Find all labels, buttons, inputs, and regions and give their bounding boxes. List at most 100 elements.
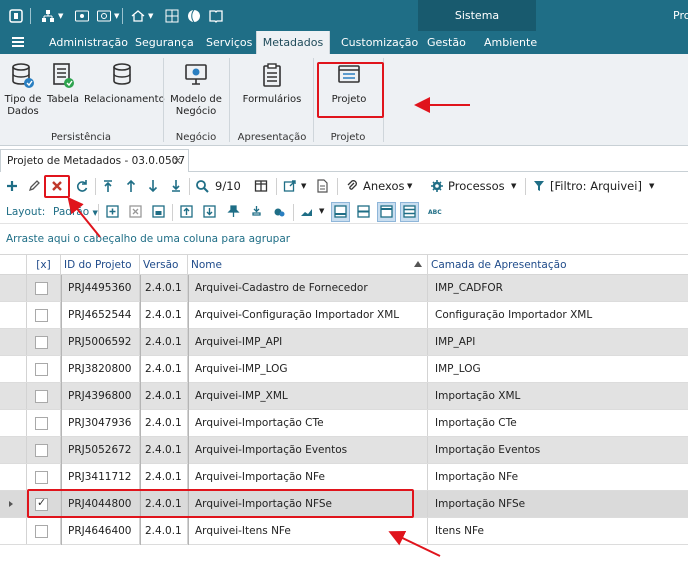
cell-nome[interactable]: Arquivei-IMP_XML <box>188 383 428 409</box>
header-check[interactable]: [x] <box>27 255 61 275</box>
header-id-projeto[interactable]: ID do Projeto <box>61 255 140 275</box>
view-button[interactable] <box>74 0 90 31</box>
cell-id-projeto[interactable]: PRJ4396800 <box>61 383 140 409</box>
org-chart-menu[interactable]: ▼ <box>40 0 63 31</box>
globe-button[interactable] <box>186 0 202 31</box>
grid-button[interactable] <box>164 0 180 31</box>
chevron-down-icon[interactable]: ▼ <box>319 198 324 225</box>
processos-button[interactable]: Processos <box>448 173 505 200</box>
menu-customizacao[interactable]: Customização <box>341 31 418 54</box>
pin-icon[interactable] <box>227 205 240 218</box>
table-row[interactable]: PRJ3411712 2.4.0.1 Arquivei-Importação NFe… <box>0 464 688 491</box>
row-checkbox[interactable] <box>35 471 48 484</box>
add-layout-icon[interactable] <box>106 205 119 218</box>
cell-nome[interactable]: Arquivei-Importação CTe <box>188 410 428 436</box>
cell-nome[interactable]: Arquivei-Itens NFe <box>188 518 428 544</box>
book-button[interactable] <box>208 0 224 31</box>
menu-ambiente[interactable]: Ambiente <box>484 31 537 54</box>
export-icon[interactable] <box>283 179 297 193</box>
table-row[interactable]: PRJ4646400 2.4.0.1 Arquivei-Itens NFe Itens… <box>0 518 688 545</box>
menu-servicos[interactable]: Serviços <box>206 31 252 54</box>
cell-id-projeto[interactable]: PRJ4495360 <box>61 275 140 301</box>
row-checkbox[interactable] <box>35 444 48 457</box>
cell-nome[interactable]: Arquivei-IMP_API <box>188 329 428 355</box>
row-checkbox[interactable] <box>35 390 48 403</box>
table-row[interactable]: PRJ4652544 2.4.0.1 Arquivei-Configuração I… <box>0 302 688 329</box>
search-icon[interactable] <box>195 179 209 193</box>
header-versao[interactable]: Versão <box>140 255 188 275</box>
last-record-icon[interactable] <box>169 179 183 193</box>
cell-camada-apresentacao[interactable]: IMP_LOG <box>428 356 688 382</box>
cell-nome[interactable]: Arquivei-IMP_LOG <box>188 356 428 382</box>
cell-id-projeto[interactable]: PRJ4652544 <box>61 302 140 328</box>
user-name[interactable]: Pro <box>673 0 688 31</box>
cell-versao[interactable]: 2.4.0.1 <box>140 464 188 490</box>
spellcheck-icon[interactable]: ABC <box>428 205 446 218</box>
chevron-down-icon[interactable]: ▼ <box>649 173 654 200</box>
modelo-de-negocio-button[interactable]: Modelo de Negócio <box>168 56 224 118</box>
upload-layout-icon[interactable] <box>180 205 193 218</box>
pin-down-icon[interactable] <box>250 205 263 218</box>
tabela-button[interactable]: Tabela <box>45 56 81 106</box>
row-checkbox[interactable] <box>35 363 48 376</box>
download-layout-icon[interactable] <box>203 205 216 218</box>
add-icon[interactable] <box>5 179 19 193</box>
cell-versao[interactable]: 2.4.0.1 <box>140 383 188 409</box>
previous-record-icon[interactable] <box>124 179 138 193</box>
header-camada-apresentacao[interactable]: Camada de Apresentação <box>428 255 688 275</box>
cell-id-projeto[interactable]: PRJ3820800 <box>61 356 140 382</box>
hamburger-menu-icon[interactable] <box>12 36 24 48</box>
anexos-button[interactable]: Anexos <box>363 173 405 200</box>
cell-nome[interactable]: Arquivei-Importação Eventos <box>188 437 428 463</box>
cell-camada-apresentacao[interactable]: Importação NFSe <box>428 491 688 517</box>
cell-camada-apresentacao[interactable]: Importação NFe <box>428 464 688 490</box>
view-mode-3-icon[interactable] <box>380 205 393 218</box>
row-checkbox[interactable] <box>35 309 48 322</box>
cell-versao[interactable]: 2.4.0.1 <box>140 329 188 355</box>
cell-versao[interactable]: 2.4.0.1 <box>140 410 188 436</box>
edit-pencil-icon[interactable] <box>27 179 41 193</box>
layout-select[interactable]: Padrão ▼ <box>53 200 98 225</box>
table-row[interactable]: PRJ3047936 2.4.0.1 Arquivei-Importação CTe… <box>0 410 688 437</box>
menu-seguranca[interactable]: Segurança <box>135 31 194 54</box>
cell-id-projeto[interactable]: PRJ5052672 <box>61 437 140 463</box>
cell-versao[interactable]: 2.4.0.1 <box>140 302 188 328</box>
cell-nome[interactable]: Arquivei-Cadastro de Fornecedor <box>188 275 428 301</box>
cell-id-projeto[interactable]: PRJ4646400 <box>61 518 140 544</box>
app-icon[interactable] <box>8 8 24 24</box>
table-row[interactable]: PRJ4495360 2.4.0.1 Arquivei-Cadastro de Fo… <box>0 275 688 302</box>
chart-icon[interactable] <box>300 205 313 218</box>
cell-versao[interactable]: 2.4.0.1 <box>140 518 188 544</box>
tipo-de-dados-button[interactable]: Tipo de Dados <box>2 56 44 118</box>
columns-layout-icon[interactable] <box>254 179 268 193</box>
menu-metadados[interactable]: Metadados <box>256 31 330 54</box>
document-icon[interactable] <box>315 179 329 193</box>
chevron-down-icon[interactable]: ▼ <box>511 173 516 200</box>
cell-camada-apresentacao[interactable]: Configuração Importador XML <box>428 302 688 328</box>
cell-camada-apresentacao[interactable]: IMP_CADFOR <box>428 275 688 301</box>
system-tab[interactable]: Sistema <box>418 0 536 31</box>
cell-camada-apresentacao[interactable]: Importação XML <box>428 383 688 409</box>
cell-id-projeto[interactable]: PRJ5006592 <box>61 329 140 355</box>
row-checkbox[interactable] <box>35 336 48 349</box>
table-row[interactable]: PRJ5006592 2.4.0.1 Arquivei-IMP_API IMP_API <box>0 329 688 356</box>
cell-camada-apresentacao[interactable]: Itens NFe <box>428 518 688 544</box>
cell-nome[interactable]: Arquivei-Configuração Importador XML <box>188 302 428 328</box>
home-menu[interactable]: ▼ <box>130 0 153 31</box>
cell-versao[interactable]: 2.4.0.1 <box>140 275 188 301</box>
menu-gestao[interactable]: Gestão <box>427 31 466 54</box>
relacionamento-button[interactable]: Relacionamento <box>84 56 165 106</box>
cell-nome[interactable]: Arquivei-Importação NFe <box>188 464 428 490</box>
view-mode-2-icon[interactable] <box>357 205 370 218</box>
cell-camada-apresentacao[interactable]: Importação Eventos <box>428 437 688 463</box>
chevron-down-icon[interactable]: ▼ <box>407 173 412 200</box>
cell-id-projeto[interactable]: PRJ3411712 <box>61 464 140 490</box>
refresh-icon[interactable] <box>75 179 89 193</box>
row-checkbox[interactable] <box>35 282 48 295</box>
remove-layout-icon[interactable] <box>129 205 142 218</box>
chevron-down-icon[interactable]: ▼ <box>301 173 306 200</box>
cell-camada-apresentacao[interactable]: Importação CTe <box>428 410 688 436</box>
header-nome[interactable]: Nome <box>188 255 428 275</box>
cell-id-projeto[interactable]: PRJ3047936 <box>61 410 140 436</box>
filter-button[interactable]: [Filtro: Arquivei] <box>550 173 642 200</box>
